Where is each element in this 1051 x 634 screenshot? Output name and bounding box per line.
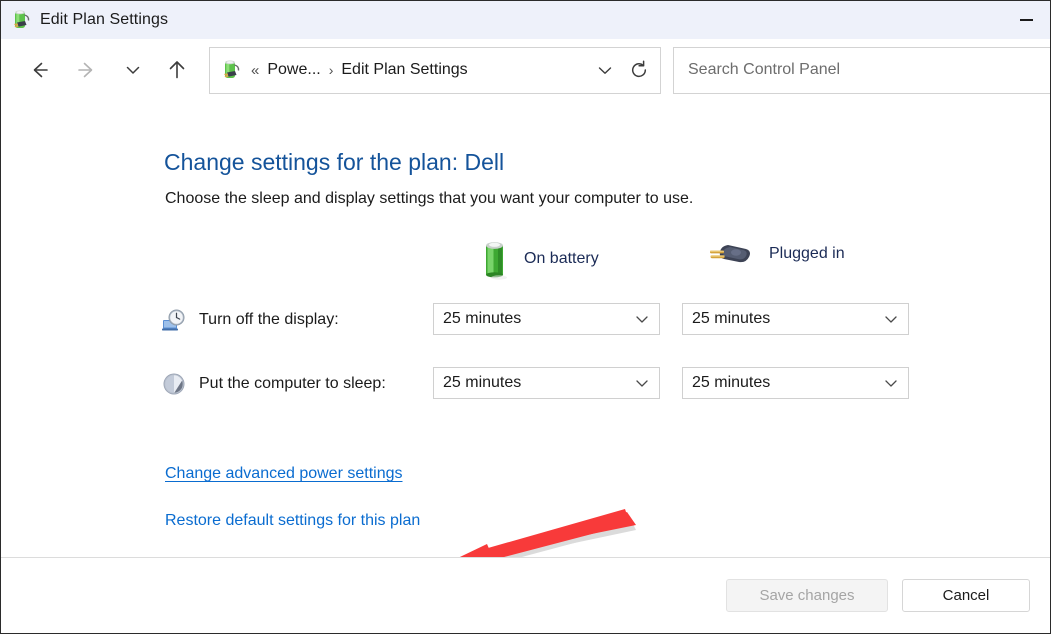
recent-locations-button[interactable] — [115, 52, 151, 88]
moon-sleep-icon — [161, 371, 187, 397]
breadcrumb-item-edit-plan-settings[interactable]: Edit Plan Settings — [341, 61, 467, 79]
row-label-text: Turn off the display: — [199, 311, 339, 329]
dropdown-value: 25 minutes — [692, 310, 770, 328]
row-label-put-computer-to-sleep: Put the computer to sleep: — [161, 371, 386, 397]
dropdown-sleep-on-battery[interactable]: 25 minutes — [433, 367, 660, 399]
refresh-button[interactable] — [622, 50, 656, 90]
annotation-arrow — [421, 506, 651, 557]
chevron-down-icon — [880, 372, 902, 394]
window-title: Edit Plan Settings — [40, 11, 168, 29]
breadcrumb-item-power-options[interactable]: Powe... — [267, 61, 320, 79]
page-title: Change settings for the plan: Dell — [164, 149, 504, 176]
dropdown-sleep-plugged-in[interactable]: 25 minutes — [682, 367, 909, 399]
column-header-label: Plugged in — [769, 245, 845, 263]
column-header-plugged-in: Plugged in — [708, 237, 845, 271]
title-bar: Edit Plan Settings — [1, 1, 1050, 39]
minimize-button[interactable] — [1003, 1, 1050, 39]
refresh-icon — [628, 59, 650, 81]
up-button[interactable] — [159, 52, 195, 88]
dropdown-turn-off-display-plugged-in[interactable]: 25 minutes — [682, 303, 909, 335]
page-subtitle: Choose the sleep and display settings th… — [165, 190, 693, 208]
forward-arrow-icon — [76, 59, 98, 81]
display-clock-icon — [161, 307, 187, 333]
column-header-label: On battery — [524, 250, 599, 268]
search-input[interactable]: Search Control Panel — [688, 61, 840, 79]
save-changes-button[interactable]: Save changes — [726, 579, 888, 612]
power-plan-icon — [10, 9, 32, 31]
power-plan-icon — [220, 59, 242, 81]
content-area: Change settings for the plan: Dell Choos… — [1, 101, 1050, 557]
chevron-down-icon — [631, 308, 653, 330]
dropdown-turn-off-display-on-battery[interactable]: 25 minutes — [433, 303, 660, 335]
dropdown-value: 25 minutes — [443, 374, 521, 392]
dropdown-value: 25 minutes — [443, 310, 521, 328]
link-change-advanced-power-settings[interactable]: Change advanced power settings — [165, 465, 403, 483]
search-box[interactable]: Search Control Panel — [673, 47, 1050, 94]
link-restore-default-settings[interactable]: Restore default settings for this plan — [165, 512, 420, 530]
cancel-button[interactable]: Cancel — [902, 579, 1030, 612]
caption-buttons — [1003, 1, 1050, 39]
power-plug-icon — [708, 237, 756, 271]
chevron-down-icon — [123, 60, 143, 80]
breadcrumb-separator: › — [329, 62, 334, 78]
address-bar[interactable]: « Powe... › Edit Plan Settings — [209, 47, 661, 94]
forward-button[interactable] — [69, 52, 105, 88]
address-dropdown-button[interactable] — [588, 50, 622, 90]
up-arrow-icon — [166, 59, 188, 81]
breadcrumb-overflow-indicator[interactable]: « — [251, 62, 259, 79]
column-header-on-battery: On battery — [479, 237, 599, 281]
battery-icon — [479, 237, 511, 281]
row-label-turn-off-display: Turn off the display: — [161, 307, 339, 333]
back-arrow-icon — [28, 59, 50, 81]
back-button[interactable] — [21, 52, 57, 88]
chevron-down-icon — [595, 60, 615, 80]
edit-plan-settings-window: Edit Plan Settings — [0, 0, 1051, 634]
chevron-down-icon — [880, 308, 902, 330]
minimize-icon — [1020, 19, 1033, 21]
dropdown-value: 25 minutes — [692, 374, 770, 392]
navigation-bar: « Powe... › Edit Plan Settings Search Co… — [1, 39, 1050, 101]
row-label-text: Put the computer to sleep: — [199, 375, 386, 393]
footer-button-bar: Save changes Cancel — [1, 557, 1050, 633]
chevron-down-icon — [631, 372, 653, 394]
